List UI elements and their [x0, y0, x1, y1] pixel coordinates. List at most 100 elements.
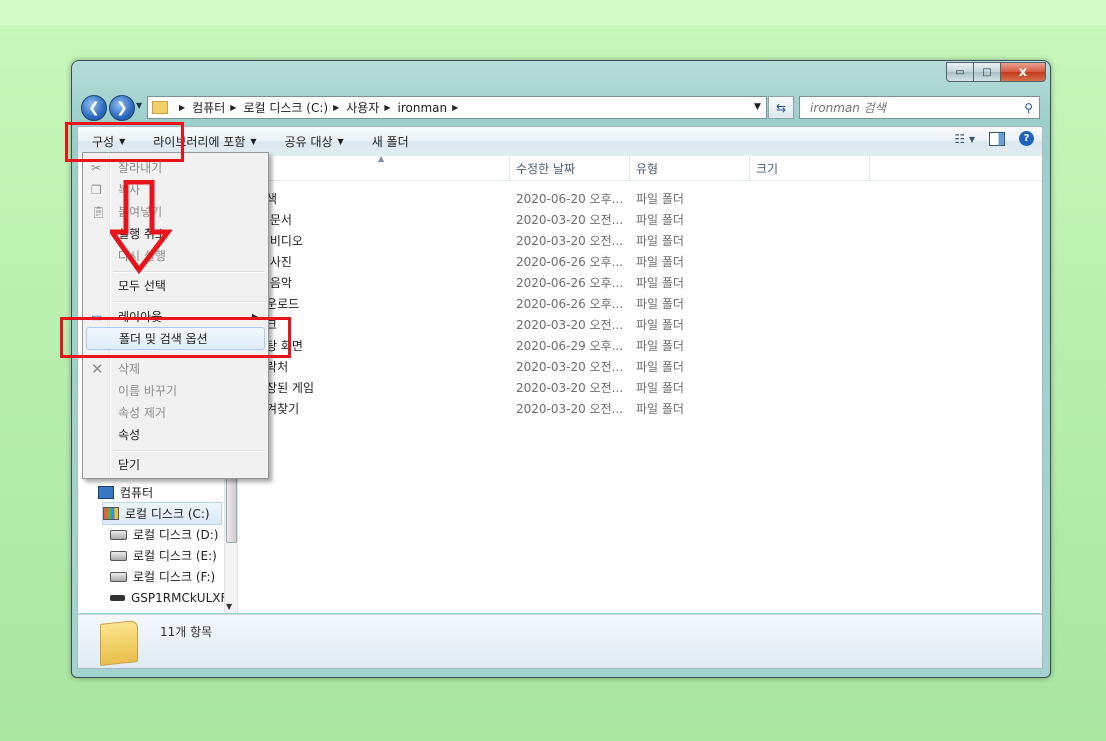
file-date: 2020-03-20 오전... [516, 213, 624, 227]
drive-icon [110, 529, 127, 540]
red-down-arrow-icon [110, 180, 172, 274]
file-type: 파일 폴더 [636, 402, 684, 416]
recent-pages-dropdown[interactable]: ▼ [136, 101, 142, 110]
column-type[interactable]: 유형 [630, 156, 750, 180]
nav-drive-d[interactable]: 로컬 디스크 (D:) [110, 524, 218, 545]
item-count: 11개 항목 [160, 625, 213, 639]
nav-drive-label: 로컬 디스크 (D:) [133, 528, 219, 542]
windows-drive-icon [103, 507, 119, 520]
folder-icon [100, 620, 138, 666]
crumb-arrow-icon: ▶ [452, 103, 459, 112]
file-row[interactable]: 내 사진 2020-06-26 오후... 파일 폴더 [238, 251, 1042, 272]
search-icon[interactable]: ⚲ [1024, 101, 1033, 115]
file-type: 파일 폴더 [636, 192, 684, 206]
file-date: 2020-06-26 오후... [516, 297, 624, 311]
file-type: 파일 폴더 [636, 339, 684, 353]
scroll-down-icon[interactable]: ▼ [226, 602, 232, 611]
help-icon[interactable]: ? [1019, 131, 1034, 146]
new-folder-button[interactable]: 새 폴더 [358, 133, 423, 150]
file-type: 파일 폴더 [636, 360, 684, 374]
delete-icon: ✕ [91, 359, 104, 378]
file-row[interactable]: 다운로드 2020-06-26 오후... 파일 폴더 [238, 293, 1042, 314]
nav-drive-c[interactable]: 로컬 디스크 (C:) [102, 502, 222, 525]
file-row[interactable]: 즐겨찾기 2020-03-20 오전... 파일 폴더 [238, 398, 1042, 419]
file-row[interactable]: 링크2020-03-20 오전...파일 폴더 [238, 314, 1042, 335]
file-row[interactable]: 바탕 화면 2020-06-29 오후... 파일 폴더 [238, 335, 1042, 356]
file-type: 파일 폴더 [636, 318, 684, 332]
menu-select-all-label: 모두 선택 [118, 279, 166, 293]
caption-buttons: ▭ □ x [946, 62, 1046, 82]
crumb-arrow-icon: ▶ [179, 103, 186, 112]
close-button[interactable]: x [1000, 62, 1046, 82]
menu-delete[interactable]: ✕ 삭제 [85, 358, 266, 379]
forward-button[interactable]: ❯ [109, 95, 135, 121]
nav-usb-drive[interactable]: GSP1RMCkULXF [110, 587, 227, 608]
share-button[interactable]: 공유 대상 ▼ [271, 133, 358, 150]
drive-icon [110, 550, 127, 561]
address-dropdown-icon[interactable]: ▼ [754, 96, 761, 117]
search-input[interactable] [808, 99, 1025, 116]
file-date: 2020-03-20 오전... [516, 234, 624, 248]
minimize-button[interactable]: ▭ [946, 62, 974, 82]
drive-icon [110, 571, 127, 582]
file-date: 2020-03-20 오전... [516, 381, 624, 395]
refresh-icon[interactable]: ⇆ [768, 96, 794, 119]
nav-drive-label: GSP1RMCkULXF [131, 590, 228, 605]
new-folder-label: 새 폴더 [371, 135, 409, 149]
file-row[interactable]: 내 음악 2020-06-26 오후... 파일 폴더 [238, 272, 1042, 293]
menu-close-label: 닫기 [118, 458, 141, 472]
file-row[interactable]: 내 비디오 2020-03-20 오전... 파일 폴더 [238, 230, 1042, 251]
nav-computer-label: 컴퓨터 [120, 486, 154, 500]
nav-drive-label: 로컬 디스크 (F:) [133, 570, 216, 584]
menu-properties[interactable]: 속성 [85, 424, 266, 445]
menu-close[interactable]: 닫기 [85, 454, 266, 475]
copy-icon: ❐ [91, 182, 102, 197]
file-date: 2020-06-29 오후... [516, 339, 624, 353]
preview-pane-icon[interactable] [989, 131, 1005, 146]
column-name[interactable]: 이름 [238, 156, 510, 180]
menu-properties-label: 속성 [118, 428, 141, 442]
change-view-icon[interactable]: ☷ ▾ [954, 132, 975, 146]
crumb-arrow-icon: ▶ [333, 103, 340, 112]
highlight-box-organize [65, 122, 184, 162]
chevron-down-icon: ▼ [250, 137, 257, 146]
file-type: 파일 폴더 [636, 297, 684, 311]
menu-rename-label: 이름 바꾸기 [118, 384, 178, 398]
file-row[interactable]: 연락처 2020-03-20 오전... 파일 폴더 [238, 356, 1042, 377]
scissors-icon: ✂ [91, 160, 102, 175]
search-box: ⚲ [799, 96, 1040, 119]
column-size[interactable]: 크기 [750, 156, 870, 180]
file-date: 2020-06-26 오후... [516, 276, 624, 290]
chevron-down-icon: ▼ [337, 137, 344, 146]
share-label: 공유 대상 [284, 135, 333, 149]
file-type: 파일 폴더 [636, 213, 684, 227]
file-row[interactable]: 저장된 게임 2020-03-20 오전... 파일 폴더 [238, 377, 1042, 398]
nav-drive-f[interactable]: 로컬 디스크 (F:) [110, 566, 215, 587]
folder-icon [152, 101, 168, 114]
maximize-button[interactable]: □ [973, 62, 1001, 82]
column-headers: ▲ 이름 수정한 날짜 유형 크기 [238, 154, 1042, 181]
menu-delete-label: 삭제 [118, 362, 141, 376]
breadcrumb-computer[interactable]: 컴퓨터 [192, 99, 225, 116]
usb-drive-icon [110, 594, 125, 601]
file-row[interactable]: 내 문서 2020-03-20 오전... 파일 폴더 [238, 209, 1042, 230]
file-row[interactable]: 검색2020-06-20 오후...파일 폴더 [238, 188, 1042, 209]
menu-select-all[interactable]: 모두 선택 [85, 275, 266, 296]
clipboard-icon: 📋︎ [91, 204, 107, 219]
file-date: 2020-06-26 오후... [516, 255, 624, 269]
breadcrumb-drive-c[interactable]: 로컬 디스크 (C:) [243, 99, 328, 116]
file-type: 파일 폴더 [636, 234, 684, 248]
back-button[interactable]: ❮ [81, 95, 107, 121]
nav-drive-e[interactable]: 로컬 디스크 (E:) [110, 545, 217, 566]
menu-remove-properties[interactable]: 속성 제거 [85, 402, 266, 423]
file-type: 파일 폴더 [636, 276, 684, 290]
column-date[interactable]: 수정한 날짜 [510, 156, 630, 180]
address-bar[interactable]: ▶ 컴퓨터 ▶ 로컬 디스크 (C:) ▶ 사용자 ▶ ironman ▶ [147, 96, 767, 119]
breadcrumb-ironman[interactable]: ironman [398, 101, 448, 115]
details-pane: 11개 항목 [77, 614, 1043, 669]
nav-computer[interactable]: 컴퓨터 [98, 482, 153, 503]
crumb-arrow-icon: ▶ [384, 103, 391, 112]
computer-icon [98, 486, 114, 499]
menu-rename[interactable]: 이름 바꾸기 [85, 380, 266, 401]
breadcrumb-users[interactable]: 사용자 [346, 99, 379, 116]
